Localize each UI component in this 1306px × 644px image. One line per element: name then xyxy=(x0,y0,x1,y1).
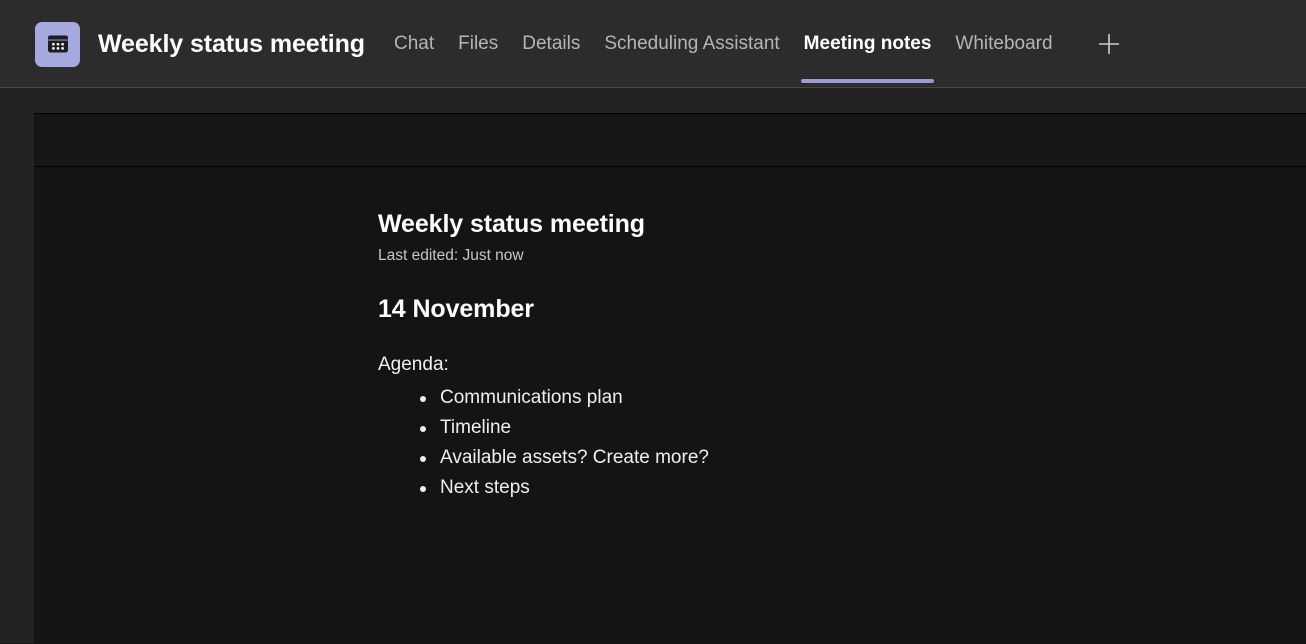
list-item[interactable]: Next steps xyxy=(420,473,1306,503)
note-agenda-list: Communications plan Timeline Available a… xyxy=(378,383,1306,503)
note-agenda-label: Agenda: xyxy=(378,354,449,375)
list-item[interactable]: Available assets? Create more? xyxy=(420,443,1306,473)
tab-label: Chat xyxy=(393,33,435,54)
meeting-header-bar: Weekly status meeting Chat Files Details… xyxy=(0,0,1306,88)
tab-label: Whiteboard xyxy=(955,33,1053,54)
list-item[interactable]: Communications plan xyxy=(420,383,1306,413)
tab-label: Files xyxy=(458,33,499,54)
tab-label: Scheduling Assistant xyxy=(604,33,780,54)
tab-active-indicator xyxy=(800,79,935,83)
meeting-tab-strip: Chat Files Details Scheduling Assistant … xyxy=(382,0,1133,88)
tab-meeting-notes[interactable]: Meeting notes xyxy=(792,0,944,88)
tab-files[interactable]: Files xyxy=(446,0,510,88)
note-date-heading: 14 November xyxy=(378,295,534,323)
tab-label: Details xyxy=(522,33,581,54)
tab-whiteboard[interactable]: Whiteboard xyxy=(943,0,1064,88)
calendar-meeting-icon xyxy=(35,21,80,67)
tab-label: Meeting notes xyxy=(803,33,932,54)
notes-document[interactable]: Weekly status meeting Last edited: Just … xyxy=(34,168,1306,503)
add-tab-button[interactable] xyxy=(1085,20,1133,68)
notes-scroll-region[interactable]: Weekly status meeting Last edited: Just … xyxy=(34,168,1306,644)
meeting-body-area: Weekly status meeting Last edited: Just … xyxy=(0,88,1306,643)
note-last-edited: Last edited: Just now xyxy=(378,247,524,264)
tab-details[interactable]: Details xyxy=(510,0,592,88)
plus-icon xyxy=(1098,34,1119,54)
list-item[interactable]: Timeline xyxy=(420,413,1306,443)
page-title: Weekly status meeting xyxy=(98,29,365,58)
tab-scheduling-assistant[interactable]: Scheduling Assistant xyxy=(592,0,791,88)
header-content: Weekly status meeting Chat Files Details… xyxy=(0,0,1133,88)
note-title: Weekly status meeting xyxy=(378,210,645,238)
tab-chat[interactable]: Chat xyxy=(382,0,446,88)
meeting-notes-panel: Weekly status meeting Last edited: Just … xyxy=(34,113,1306,643)
notes-toolbar[interactable] xyxy=(34,114,1306,167)
